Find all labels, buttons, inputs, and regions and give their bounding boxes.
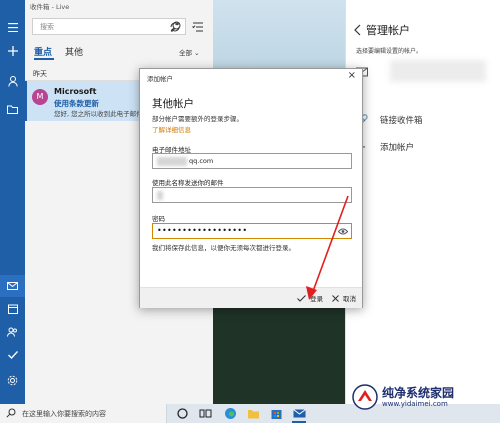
cancel-x-icon <box>332 294 339 302</box>
folder-icon[interactable] <box>0 98 25 120</box>
store-icon[interactable] <box>270 407 283 420</box>
display-name-field[interactable] <box>152 187 352 203</box>
watermark: 纯净系统家园 www.yidaimei.com <box>352 382 498 422</box>
cancel-button[interactable]: 取消 <box>332 293 356 303</box>
account-entry-redacted[interactable] <box>390 60 486 82</box>
learn-more-link[interactable]: 了解详细信息 <box>152 124 191 134</box>
save-note: 我们将保存此信息，以便你无须每次都进行登录。 <box>152 244 295 252</box>
tab-other[interactable]: 其他 <box>65 45 83 58</box>
panel-description: 选择要编辑设置的帐户。 <box>356 48 423 55</box>
dialog-footer: 登录 取消 <box>140 287 362 308</box>
close-icon[interactable]: × <box>348 70 356 81</box>
dialog-title: 其他帐户 <box>152 98 194 110</box>
file-explorer-icon[interactable] <box>247 407 260 420</box>
new-mail-icon[interactable] <box>0 40 25 62</box>
mail-icon[interactable] <box>0 275 25 297</box>
filter-dropdown[interactable]: 全部 ⌄ <box>179 47 200 57</box>
date-group-header: 昨天 <box>33 70 47 78</box>
cortana-icon[interactable] <box>176 407 189 420</box>
todo-icon[interactable] <box>0 344 25 366</box>
reveal-password-icon[interactable] <box>338 227 348 236</box>
taskbar-search-icon <box>6 408 16 418</box>
window-title: 收件箱 - Live <box>30 3 70 11</box>
message-sender: Microsoft <box>54 87 97 96</box>
tab-focused[interactable]: 重点 <box>34 45 52 58</box>
settings-icon[interactable] <box>0 369 25 391</box>
select-mode-icon[interactable] <box>191 20 205 34</box>
app-rail <box>0 0 25 404</box>
menu-icon[interactable] <box>0 16 25 38</box>
manage-accounts-panel: 管理帐户 选择要编辑设置的帐户。 🔗 链接收件箱 + 添加帐户 <box>345 0 500 404</box>
search-placeholder: 搜索 <box>40 23 54 31</box>
tab-underline <box>34 58 54 60</box>
sign-in-label: 登录 <box>310 295 323 303</box>
display-name-label: 使用此名称发送你的邮件 <box>152 179 224 187</box>
account-icon[interactable] <box>0 70 25 92</box>
edge-icon[interactable] <box>224 407 237 420</box>
cancel-label: 取消 <box>343 295 356 303</box>
add-account-button[interactable]: + 添加帐户 <box>356 141 415 154</box>
dialog-subtitle: 部分帐户需要额外的登录步骤。 <box>152 115 243 123</box>
password-value: •••••••••••••••••• <box>157 226 248 235</box>
email-redacted <box>157 157 187 166</box>
task-view-icon[interactable] <box>199 407 212 420</box>
watermark-name: 纯净系统家园 <box>382 386 455 400</box>
add-account-label: 添加帐户 <box>380 143 415 153</box>
add-account-dialog: 添加帐户 × 其他帐户 部分帐户需要额外的登录步骤。 了解详细信息 电子邮件地址… <box>139 68 363 308</box>
people-icon[interactable] <box>0 321 25 343</box>
link-inboxes-button[interactable]: 🔗 链接收件箱 <box>356 114 423 127</box>
back-arrow-icon[interactable] <box>352 24 364 36</box>
password-label: 密码 <box>152 215 165 223</box>
watermark-logo <box>352 384 378 410</box>
link-inboxes-label: 链接收件箱 <box>380 116 423 126</box>
name-redacted <box>157 191 163 200</box>
search-input[interactable]: 搜索 <box>32 18 186 35</box>
taskbar-search-placeholder: 在这里输入你要搜索的内容 <box>22 410 106 418</box>
mail-app-icon[interactable] <box>293 407 306 420</box>
email-domain: qq.com <box>189 157 214 165</box>
email-field[interactable]: qq.com <box>152 153 352 169</box>
calendar-icon[interactable] <box>0 298 25 320</box>
sign-in-button[interactable]: 登录 <box>297 293 323 303</box>
dialog-caption: 添加帐户 <box>147 75 173 83</box>
taskbar-search-box[interactable]: 在这里输入你要搜索的内容 <box>0 404 167 423</box>
sync-icon[interactable] <box>168 20 182 34</box>
panel-title: 管理帐户 <box>366 24 410 37</box>
unread-indicator <box>25 81 27 121</box>
watermark-url: www.yidaimei.com <box>382 400 448 408</box>
avatar: M <box>32 89 48 105</box>
password-field[interactable]: •••••••••••••••••• <box>152 223 352 239</box>
check-icon <box>297 294 306 302</box>
